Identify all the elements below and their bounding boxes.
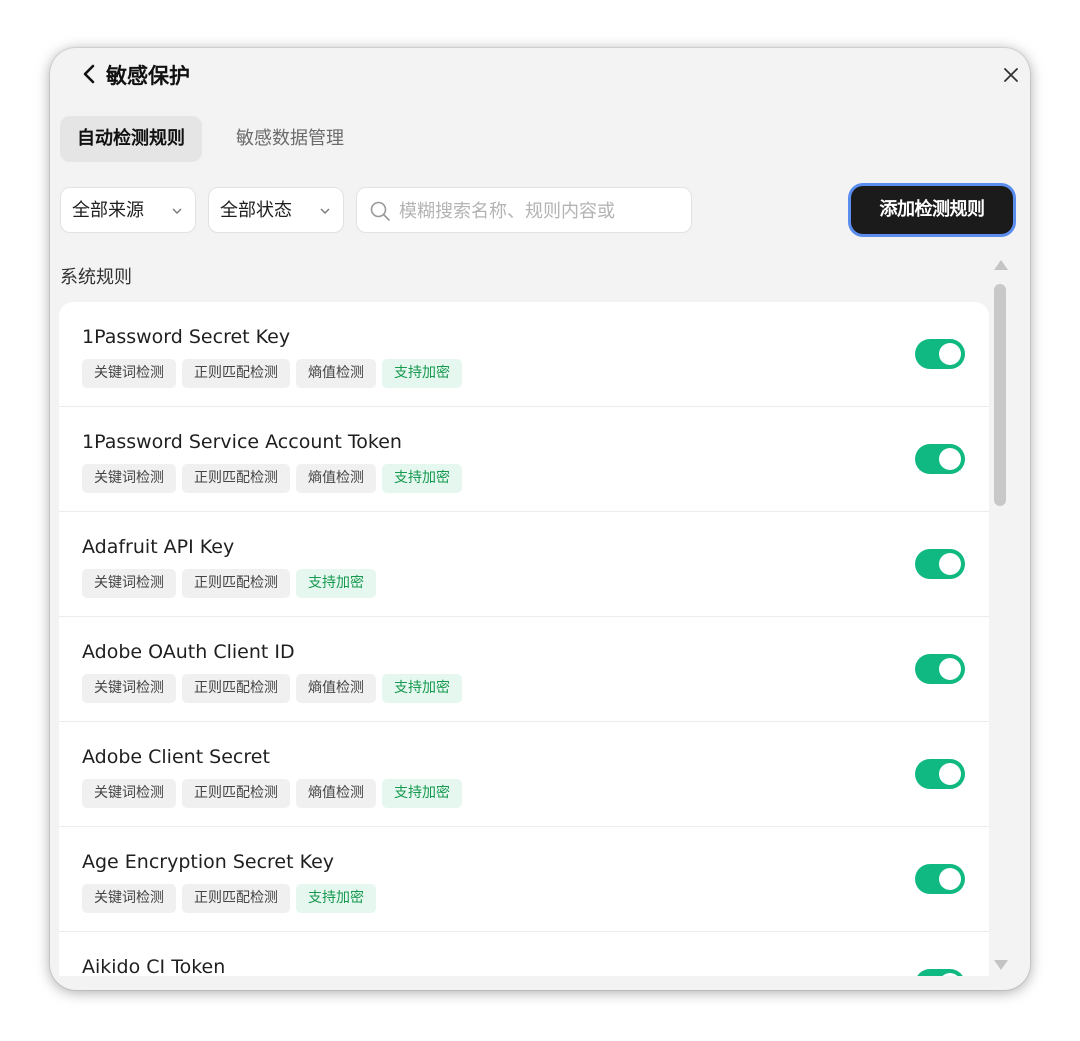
- toggle-knob: [939, 658, 961, 680]
- detection-method-tag: 关键词检测: [82, 359, 176, 388]
- detection-method-tag: 正则匹配检测: [182, 464, 290, 493]
- encryption-support-tag: 支持加密: [382, 464, 462, 493]
- search-box[interactable]: [356, 187, 692, 233]
- rule-name: Adobe OAuth Client ID: [82, 641, 295, 663]
- status-filter-dropdown[interactable]: 全部状态: [208, 187, 344, 233]
- rule-enable-toggle[interactable]: [915, 654, 965, 684]
- encryption-support-tag: 支持加密: [382, 359, 462, 388]
- rule-enable-toggle[interactable]: [915, 759, 965, 789]
- rules-list-viewport: 1Password Secret Key 关键词检测 正则匹配检测 熵值检测 支持加密 1…: [59, 302, 989, 976]
- rule-enable-toggle[interactable]: [915, 444, 965, 474]
- rule-row: Age Encryption Secret Key 关键词检测 正则匹配检测 支持加密: [59, 827, 989, 932]
- source-filter-label: 全部来源: [72, 200, 144, 221]
- rule-tags: 关键词检测 正则匹配检测 熵值检测 支持加密: [82, 674, 462, 704]
- dialog-header: 敏感保护: [50, 48, 1030, 100]
- search-input[interactable]: [397, 194, 681, 228]
- scroll-down-arrow-icon[interactable]: [994, 960, 1008, 970]
- encryption-support-tag: 支持加密: [296, 884, 376, 913]
- section-title-system-rules: 系统规则: [60, 267, 132, 288]
- rule-name: Adafruit API Key: [82, 536, 235, 558]
- detection-method-tag: 正则匹配检测: [182, 359, 290, 388]
- rule-name: Age Encryption Secret Key: [82, 851, 335, 873]
- toggle-knob: [939, 553, 961, 575]
- rule-row: 1Password Service Account Token 关键词检测 正则匹配…: [59, 407, 989, 512]
- detection-method-tag: 关键词检测: [82, 884, 176, 913]
- scroll-up-arrow-icon[interactable]: [994, 260, 1008, 270]
- toggle-knob: [939, 868, 961, 890]
- encryption-support-tag: 支持加密: [382, 779, 462, 808]
- rules-list: 1Password Secret Key 关键词检测 正则匹配检测 熵值检测 支持加密 1…: [59, 302, 989, 976]
- rule-tags: 关键词检测 正则匹配检测 支持加密: [82, 884, 376, 914]
- scrollbar[interactable]: [992, 260, 1010, 980]
- encryption-support-tag: 支持加密: [296, 569, 376, 598]
- detection-method-tag: 正则匹配检测: [182, 779, 290, 808]
- rule-enable-toggle[interactable]: [915, 549, 965, 579]
- chevron-down-icon: [320, 208, 330, 214]
- rule-enable-toggle[interactable]: [915, 339, 965, 369]
- scrollbar-thumb[interactable]: [994, 284, 1006, 506]
- toggle-knob: [939, 343, 961, 365]
- rule-row: Adobe OAuth Client ID 关键词检测 正则匹配检测 熵值检测 支持加密: [59, 617, 989, 722]
- dialog-window: 敏感保护 自动检测规则 敏感数据管理 全部来源 全部状态 添: [50, 48, 1030, 990]
- tab-sensitive-data-management[interactable]: 敏感数据管理: [236, 116, 344, 162]
- back-arrow-icon[interactable]: [78, 62, 102, 86]
- chevron-down-icon: [172, 208, 182, 214]
- rule-row: Adobe Client Secret 关键词检测 正则匹配检测 熵值检测 支持加密: [59, 722, 989, 827]
- rule-tags: 关键词检测 正则匹配检测 熵值检测 支持加密: [82, 779, 462, 809]
- detection-method-tag: 熵值检测: [296, 359, 376, 388]
- source-filter-dropdown[interactable]: 全部来源: [60, 187, 196, 233]
- detection-method-tag: 正则匹配检测: [182, 884, 290, 913]
- rule-name: Aikido CI Token: [82, 956, 226, 976]
- detection-method-tag: 关键词检测: [82, 464, 176, 493]
- filter-bar: 全部来源 全部状态 添加检测规则: [60, 186, 1020, 235]
- toggle-knob: [939, 763, 961, 785]
- detection-method-tag: 熵值检测: [296, 674, 376, 703]
- detection-method-tag: 正则匹配检测: [182, 569, 290, 598]
- tab-auto-detect-rules[interactable]: 自动检测规则: [60, 116, 202, 162]
- detection-method-tag: 关键词检测: [82, 779, 176, 808]
- detection-method-tag: 关键词检测: [82, 674, 176, 703]
- rule-name: 1Password Service Account Token: [82, 431, 402, 453]
- encryption-support-tag: 支持加密: [382, 674, 462, 703]
- rule-enable-toggle[interactable]: [915, 969, 965, 976]
- close-icon[interactable]: [1000, 64, 1022, 86]
- toggle-knob: [939, 973, 961, 976]
- rule-tags: 关键词检测 正则匹配检测 支持加密: [82, 569, 376, 599]
- search-icon: [370, 201, 390, 221]
- detection-method-tag: 正则匹配检测: [182, 674, 290, 703]
- status-filter-label: 全部状态: [220, 200, 292, 221]
- rule-enable-toggle[interactable]: [915, 864, 965, 894]
- toggle-knob: [939, 448, 961, 470]
- page-title: 敏感保护: [106, 64, 190, 88]
- rule-row: Adafruit API Key 关键词检测 正则匹配检测 支持加密: [59, 512, 989, 617]
- detection-method-tag: 关键词检测: [82, 569, 176, 598]
- detection-method-tag: 熵值检测: [296, 779, 376, 808]
- rule-name: Adobe Client Secret: [82, 746, 270, 768]
- rule-tags: 关键词检测 正则匹配检测 熵值检测 支持加密: [82, 464, 462, 494]
- rule-tags: 关键词检测 正则匹配检测 熵值检测 支持加密: [82, 359, 462, 389]
- detection-method-tag: 熵值检测: [296, 464, 376, 493]
- rule-name: 1Password Secret Key: [82, 326, 291, 348]
- rule-row: Aikido CI Token: [59, 932, 989, 976]
- add-detection-rule-button[interactable]: 添加检测规则: [851, 186, 1013, 234]
- rule-row: 1Password Secret Key 关键词检测 正则匹配检测 熵值检测 支持加密: [59, 302, 989, 407]
